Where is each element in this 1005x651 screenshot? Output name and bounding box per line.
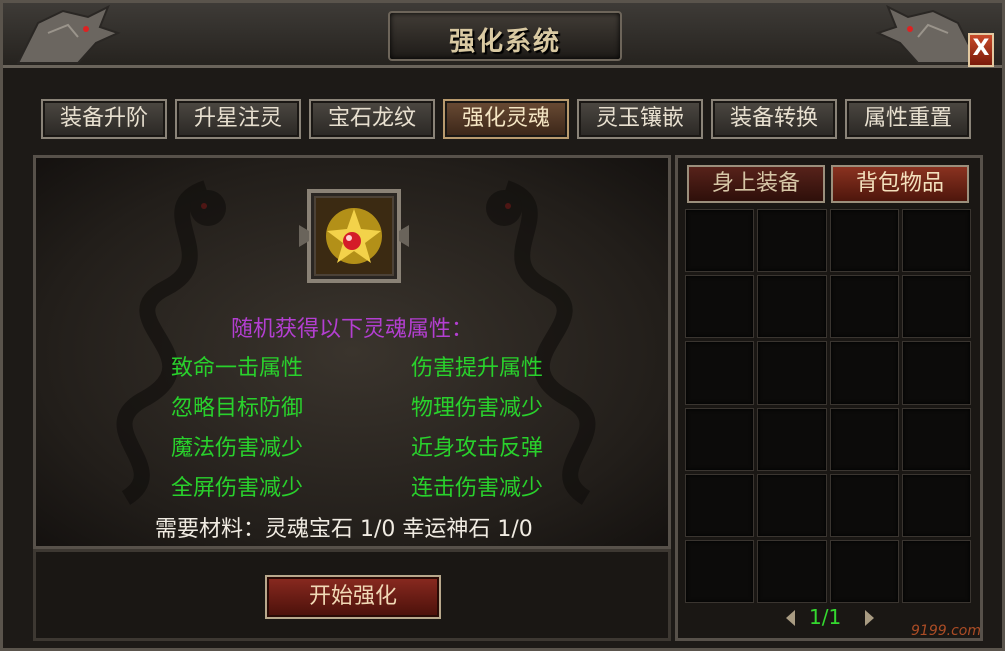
inventory-slot[interactable]	[829, 539, 899, 603]
tab-star-infuse[interactable]: 升星注灵	[175, 99, 301, 139]
tab-equip-upgrade[interactable]: 装备升阶	[41, 99, 167, 139]
inventory-slot[interactable]	[685, 341, 755, 405]
inventory-slot[interactable]	[757, 209, 827, 273]
close-button[interactable]: X	[968, 33, 994, 67]
title-bar[interactable]: 强化系统	[3, 3, 1002, 68]
inventory-slot[interactable]	[829, 341, 899, 405]
title-plate: 强化系统	[388, 11, 622, 61]
inventory-slot[interactable]	[901, 209, 971, 273]
attribute-item: 致命一击属性	[171, 356, 304, 381]
inventory-slot[interactable]	[829, 275, 899, 339]
tab-equip-convert[interactable]: 装备转换	[711, 99, 837, 139]
inventory-slot[interactable]	[757, 275, 827, 339]
inventory-slot[interactable]	[685, 473, 755, 537]
dragon-ornament-icon	[16, 4, 121, 64]
tab-equipped-items[interactable]: 身上装备	[687, 165, 825, 203]
enhance-window: 强化系统 X 装备升阶 升星注灵 宝石龙纹 强化灵魂 灵玉镶嵌 装备转换 属性重…	[0, 0, 1005, 651]
inventory-slot[interactable]	[685, 407, 755, 471]
site-watermark: 9199.com	[911, 623, 981, 639]
attribute-item: 魔法伤害减少	[171, 436, 304, 461]
inventory-grid	[685, 209, 971, 603]
attribute-item: 近身攻击反弹	[411, 436, 544, 461]
materials-requirement: 需要材料：灵魂宝石 1/0 幸运神石 1/0	[155, 517, 533, 542]
start-enhance-button[interactable]: 开始强化	[265, 575, 441, 619]
inventory-slot[interactable]	[757, 341, 827, 405]
inventory-slot[interactable]	[901, 539, 971, 603]
tab-enhance-soul[interactable]: 强化灵魂	[443, 99, 569, 139]
inventory-slot[interactable]	[685, 275, 755, 339]
attribute-item: 物理伤害减少	[411, 396, 544, 421]
inventory-slot[interactable]	[829, 473, 899, 537]
inventory-slot[interactable]	[901, 473, 971, 537]
tab-gem-dragon[interactable]: 宝石龙纹	[309, 99, 435, 139]
window-title: 强化系统	[448, 27, 561, 57]
inventory-slot[interactable]	[757, 407, 827, 471]
attribute-item: 忽略目标防御	[171, 396, 304, 421]
item-slot[interactable]	[299, 185, 409, 287]
attribute-item: 连击伤害减少	[411, 476, 544, 501]
inventory-slot[interactable]	[757, 473, 827, 537]
tab-bag-items[interactable]: 背包物品	[831, 165, 969, 203]
attribute-header: 随机获得以下灵魂属性：	[231, 317, 474, 342]
tab-attr-reset[interactable]: 属性重置	[845, 99, 971, 139]
inventory-slot[interactable]	[685, 209, 755, 273]
attribute-item: 伤害提升属性	[411, 356, 544, 381]
inventory-slot[interactable]	[901, 407, 971, 471]
inventory-slot[interactable]	[685, 539, 755, 603]
attribute-item: 全屏伤害减少	[171, 476, 304, 501]
tab-jade-inlay[interactable]: 灵玉镶嵌	[577, 99, 703, 139]
inventory-slot[interactable]	[829, 407, 899, 471]
inventory-slot[interactable]	[757, 539, 827, 603]
inventory-slot[interactable]	[829, 209, 899, 273]
next-page-icon[interactable]	[863, 608, 877, 628]
inventory-slot[interactable]	[901, 275, 971, 339]
inventory-slot[interactable]	[901, 341, 971, 405]
prev-page-icon[interactable]	[783, 608, 797, 628]
page-indicator: 1/1	[809, 605, 842, 629]
